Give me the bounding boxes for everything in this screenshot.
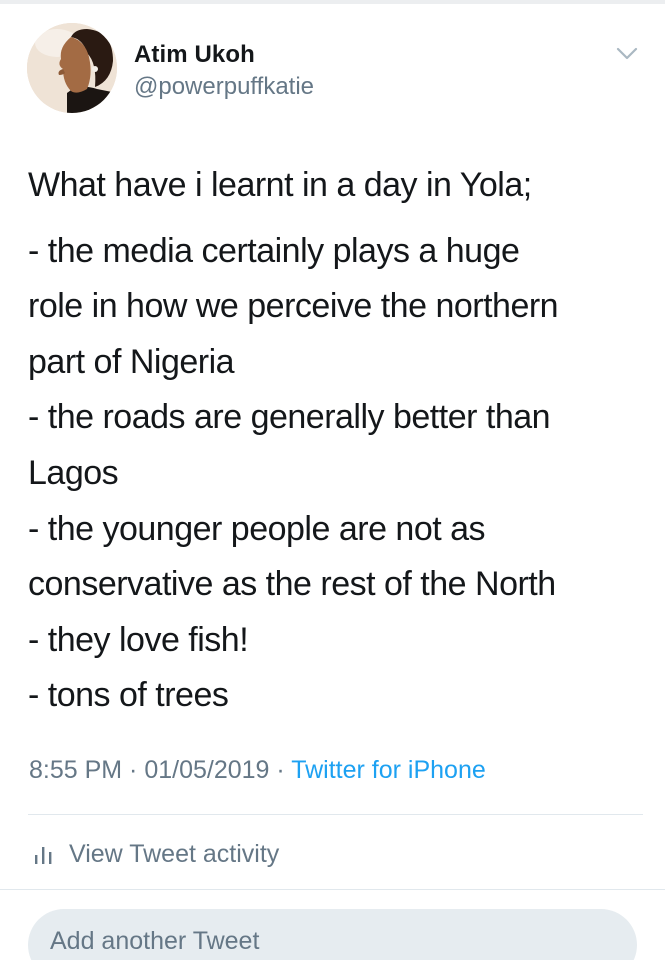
tweet-line: - the media certainly plays a huge xyxy=(28,231,520,270)
chevron-down-icon[interactable] xyxy=(616,46,638,62)
author-handle[interactable]: @powerpuffkatie xyxy=(134,73,314,101)
author-display-name[interactable]: Atim Ukoh xyxy=(134,41,255,69)
tweet-line: Lagos xyxy=(28,453,119,492)
tweet-line: - tons of trees xyxy=(28,676,229,715)
add-another-tweet-input[interactable]: Add another Tweet xyxy=(28,909,637,960)
meta-separator: · xyxy=(122,756,145,784)
tweet-date[interactable]: 01/05/2019 xyxy=(144,756,269,784)
tweet-line: role in how we perceive the northern xyxy=(28,287,559,326)
divider xyxy=(0,889,665,890)
top-rule xyxy=(0,0,665,4)
tweet-text: What have i learnt in a day in Yola; - t… xyxy=(28,158,648,724)
avatar[interactable] xyxy=(27,23,117,113)
tweet-line: conservative as the rest of the North xyxy=(28,565,556,604)
tweet-metadata: 8:55 PM · 01/05/2019 · Twitter for iPhon… xyxy=(29,756,486,785)
bar-chart-icon xyxy=(33,843,55,865)
tweet-detail-view: Atim Ukoh @powerpuffkatie What have i le… xyxy=(0,0,665,960)
tweet-intro: What have i learnt in a day in Yola; xyxy=(28,166,532,204)
tweet-line: part of Nigeria xyxy=(28,342,235,381)
meta-separator: · xyxy=(269,756,292,784)
view-tweet-activity-button[interactable]: View Tweet activity xyxy=(33,838,279,870)
tweet-time[interactable]: 8:55 PM xyxy=(29,756,122,784)
tweet-line: - the younger people are not as xyxy=(28,509,486,548)
tweet-line: - the roads are generally better than xyxy=(28,398,551,437)
view-tweet-activity-label: View Tweet activity xyxy=(69,839,280,868)
divider xyxy=(28,814,643,815)
tweet-source-link[interactable]: Twitter for iPhone xyxy=(291,756,486,784)
tweet-line: - they love fish! xyxy=(28,620,249,659)
